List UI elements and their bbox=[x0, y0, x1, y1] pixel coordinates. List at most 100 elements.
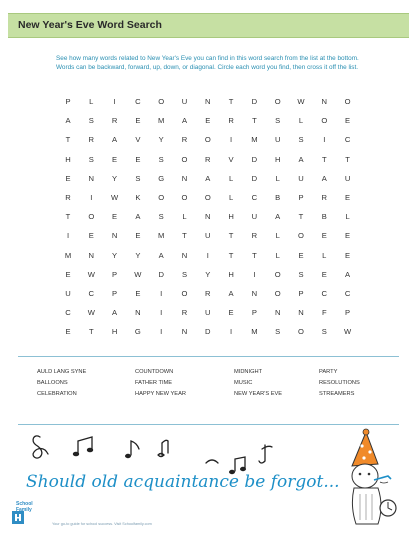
grid-letter[interactable]: T bbox=[314, 155, 334, 164]
grid-letter[interactable]: R bbox=[244, 231, 264, 240]
grid-letter[interactable]: I bbox=[221, 327, 241, 336]
grid-letter[interactable]: R bbox=[175, 135, 195, 144]
grid-letter[interactable]: V bbox=[128, 135, 148, 144]
grid-letter[interactable]: C bbox=[81, 289, 101, 298]
grid-letter[interactable]: V bbox=[221, 155, 241, 164]
grid-letter[interactable]: T bbox=[291, 212, 311, 221]
grid-letter[interactable]: E bbox=[314, 231, 334, 240]
grid-letter[interactable]: S bbox=[314, 327, 334, 336]
grid-letter[interactable]: S bbox=[268, 116, 288, 125]
grid-letter[interactable]: H bbox=[268, 155, 288, 164]
grid-letter[interactable]: S bbox=[175, 270, 195, 279]
grid-letter[interactable]: M bbox=[244, 135, 264, 144]
grid-letter[interactable]: W bbox=[338, 327, 358, 336]
grid-letter[interactable]: O bbox=[268, 270, 288, 279]
grid-letter[interactable]: R bbox=[221, 116, 241, 125]
grid-letter[interactable]: M bbox=[244, 327, 264, 336]
grid-letter[interactable]: M bbox=[58, 251, 78, 260]
grid-letter[interactable]: N bbox=[268, 308, 288, 317]
grid-letter[interactable]: N bbox=[81, 251, 101, 260]
grid-letter[interactable]: P bbox=[338, 308, 358, 317]
grid-letter[interactable]: D bbox=[244, 97, 264, 106]
grid-letter[interactable]: A bbox=[198, 174, 218, 183]
grid-letter[interactable]: W bbox=[81, 308, 101, 317]
grid-letter[interactable]: O bbox=[151, 97, 171, 106]
grid-letter[interactable]: E bbox=[58, 174, 78, 183]
grid-letter[interactable]: A bbox=[314, 174, 334, 183]
grid-letter[interactable]: O bbox=[151, 193, 171, 202]
grid-letter[interactable]: Y bbox=[105, 174, 125, 183]
grid-letter[interactable]: T bbox=[221, 231, 241, 240]
grid-letter[interactable]: U bbox=[338, 174, 358, 183]
grid-letter[interactable]: E bbox=[221, 308, 241, 317]
grid-letter[interactable]: E bbox=[58, 270, 78, 279]
grid-letter[interactable]: W bbox=[81, 270, 101, 279]
grid-letter[interactable]: I bbox=[151, 308, 171, 317]
grid-letter[interactable]: S bbox=[81, 116, 101, 125]
grid-letter[interactable]: C bbox=[314, 289, 334, 298]
grid-letter[interactable]: A bbox=[291, 155, 311, 164]
grid-letter[interactable]: E bbox=[128, 289, 148, 298]
grid-letter[interactable]: S bbox=[151, 212, 171, 221]
grid-letter[interactable]: S bbox=[291, 135, 311, 144]
grid-letter[interactable]: H bbox=[221, 212, 241, 221]
grid-letter[interactable]: S bbox=[81, 155, 101, 164]
grid-letter[interactable]: N bbox=[198, 212, 218, 221]
grid-letter[interactable]: C bbox=[128, 97, 148, 106]
grid-letter[interactable]: D bbox=[244, 174, 264, 183]
grid-letter[interactable]: R bbox=[81, 135, 101, 144]
grid-letter[interactable]: E bbox=[128, 155, 148, 164]
grid-letter[interactable]: L bbox=[221, 174, 241, 183]
grid-letter[interactable]: C bbox=[244, 193, 264, 202]
grid-letter[interactable]: E bbox=[105, 155, 125, 164]
grid-letter[interactable]: I bbox=[105, 97, 125, 106]
grid-letter[interactable]: R bbox=[58, 193, 78, 202]
grid-letter[interactable]: O bbox=[198, 135, 218, 144]
grid-letter[interactable]: W bbox=[128, 270, 148, 279]
grid-letter[interactable]: T bbox=[221, 97, 241, 106]
grid-letter[interactable]: E bbox=[81, 231, 101, 240]
grid-letter[interactable]: T bbox=[175, 231, 195, 240]
grid-letter[interactable]: Y bbox=[198, 270, 218, 279]
grid-letter[interactable]: U bbox=[244, 212, 264, 221]
grid-letter[interactable]: A bbox=[221, 289, 241, 298]
grid-letter[interactable]: N bbox=[314, 97, 334, 106]
grid-letter[interactable]: T bbox=[58, 212, 78, 221]
grid-letter[interactable]: D bbox=[151, 270, 171, 279]
grid-letter[interactable]: T bbox=[81, 327, 101, 336]
grid-letter[interactable]: R bbox=[198, 155, 218, 164]
grid-letter[interactable]: A bbox=[268, 212, 288, 221]
grid-letter[interactable]: E bbox=[291, 251, 311, 260]
grid-letter[interactable]: S bbox=[128, 174, 148, 183]
grid-letter[interactable]: K bbox=[128, 193, 148, 202]
grid-letter[interactable]: Y bbox=[105, 251, 125, 260]
grid-letter[interactable]: O bbox=[175, 155, 195, 164]
grid-letter[interactable]: F bbox=[314, 308, 334, 317]
grid-letter[interactable]: A bbox=[105, 308, 125, 317]
grid-letter[interactable]: M bbox=[151, 231, 171, 240]
grid-letter[interactable]: A bbox=[58, 116, 78, 125]
grid-letter[interactable]: N bbox=[175, 251, 195, 260]
grid-letter[interactable]: O bbox=[291, 231, 311, 240]
grid-letter[interactable]: E bbox=[338, 193, 358, 202]
grid-letter[interactable]: T bbox=[221, 251, 241, 260]
grid-letter[interactable]: G bbox=[151, 174, 171, 183]
grid-letter[interactable]: L bbox=[268, 231, 288, 240]
grid-letter[interactable]: U bbox=[175, 97, 195, 106]
grid-letter[interactable]: E bbox=[338, 116, 358, 125]
grid-letter[interactable]: E bbox=[128, 231, 148, 240]
grid-letter[interactable]: L bbox=[268, 251, 288, 260]
grid-letter[interactable]: N bbox=[175, 327, 195, 336]
grid-letter[interactable]: R bbox=[175, 308, 195, 317]
grid-letter[interactable]: E bbox=[105, 212, 125, 221]
grid-letter[interactable]: O bbox=[175, 289, 195, 298]
grid-letter[interactable]: T bbox=[338, 155, 358, 164]
grid-letter[interactable]: I bbox=[314, 135, 334, 144]
grid-letter[interactable]: O bbox=[198, 193, 218, 202]
grid-letter[interactable]: S bbox=[291, 270, 311, 279]
grid-letter[interactable]: R bbox=[198, 289, 218, 298]
grid-letter[interactable]: S bbox=[268, 327, 288, 336]
grid-letter[interactable]: L bbox=[81, 97, 101, 106]
grid-letter[interactable]: T bbox=[244, 251, 264, 260]
grid-letter[interactable]: A bbox=[105, 135, 125, 144]
